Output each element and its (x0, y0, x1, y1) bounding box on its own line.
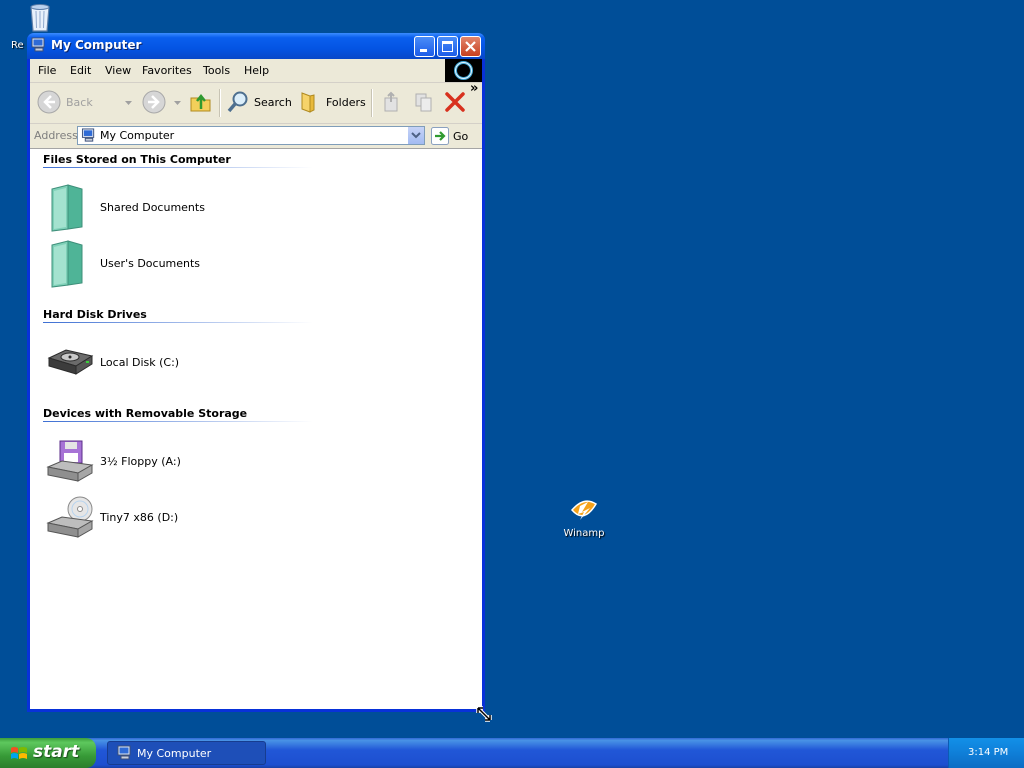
list-item-label: Shared Documents (100, 200, 205, 214)
desktop-icon-winamp[interactable]: Winamp (544, 494, 624, 539)
close-icon (465, 41, 476, 52)
chevron-down-icon (411, 132, 421, 139)
group-header: Files Stored on This Computer (43, 153, 231, 166)
my-computer-icon (81, 128, 95, 142)
forward-dropdown-icon[interactable] (174, 101, 182, 107)
toolbar-separator (219, 89, 221, 117)
windows-throbber-logo (445, 59, 482, 82)
forward-arrow-icon (142, 90, 166, 114)
group-divider (43, 322, 313, 323)
system-tray: 3:14 PM (948, 738, 1024, 768)
forward-button[interactable] (141, 89, 167, 115)
maximize-icon (442, 41, 453, 52)
search-button[interactable]: Search (226, 89, 292, 115)
go-arrow-icon (431, 127, 449, 145)
menu-view[interactable]: View (105, 64, 131, 77)
list-item[interactable]: User's Documents (46, 237, 200, 289)
list-item[interactable]: Shared Documents (46, 181, 205, 233)
start-label: start (33, 742, 80, 762)
address-input[interactable]: My Computer (77, 126, 425, 145)
resize-cursor-icon (476, 706, 492, 722)
menu-file[interactable]: File (38, 64, 56, 77)
up-folder-icon (190, 93, 211, 112)
back-label: Back (66, 95, 93, 109)
move-to-icon (384, 91, 398, 112)
desktop-icon-label: Re (11, 40, 24, 51)
list-item-label: User's Documents (100, 256, 201, 270)
go-button[interactable]: Go (431, 127, 468, 145)
shared-folder-icon (51, 184, 83, 232)
list-item-label: Tiny7 x86 (D:) (100, 510, 179, 524)
list-item[interactable]: 3½ Floppy (A:) (46, 435, 181, 487)
go-label: Go (453, 129, 469, 143)
desktop-icon-label: Winamp (563, 528, 605, 539)
title-bar[interactable]: My Computer (27, 33, 485, 59)
address-bar: Address My Computer Go (30, 124, 482, 149)
copy-to-button[interactable] (412, 89, 436, 115)
list-item[interactable]: Local Disk (C:) (46, 336, 179, 388)
standard-toolbar: Back Search Folders » (30, 81, 482, 124)
menu-help[interactable]: Help (244, 64, 269, 77)
file-view: Files Stored on This Computer Shared Doc… (30, 149, 482, 709)
up-folder-button[interactable] (188, 89, 214, 115)
group-divider (43, 421, 313, 422)
floppy-drive-icon (46, 440, 94, 482)
minimize-button[interactable] (414, 36, 435, 57)
taskbar: start My Computer 3:14 PM (0, 738, 1024, 768)
menu-favorites[interactable]: Favorites (142, 64, 192, 77)
search-label: Search (254, 95, 292, 109)
search-icon (227, 91, 248, 113)
user-folder-icon (51, 240, 83, 288)
address-label: Address (34, 129, 78, 142)
list-item-label: Local Disk (C:) (100, 355, 180, 369)
taskbar-item-my-computer[interactable]: My Computer (107, 741, 266, 765)
menu-edit[interactable]: Edit (70, 64, 91, 77)
cd-drive-icon (46, 496, 94, 538)
window-title: My Computer (51, 38, 142, 52)
back-dropdown-icon[interactable] (125, 101, 133, 107)
folders-icon (301, 92, 315, 113)
address-value: My Computer (100, 129, 175, 142)
group-divider (43, 167, 313, 168)
winamp-icon (571, 500, 598, 520)
close-button[interactable] (460, 36, 481, 57)
delete-x-icon (445, 92, 465, 112)
clock[interactable]: 3:14 PM (968, 747, 1008, 758)
list-item[interactable]: Tiny7 x86 (D:) (46, 491, 178, 543)
recycle-bin-icon (30, 4, 50, 32)
minimize-icon (420, 49, 427, 52)
windows-flag-icon (11, 747, 27, 759)
my-computer-icon (117, 745, 131, 760)
start-button[interactable]: start (0, 738, 96, 768)
hard-disk-icon (47, 349, 94, 375)
delete-button[interactable] (443, 89, 467, 115)
windows-logo-icon (454, 61, 473, 80)
menu-tools[interactable]: Tools (203, 64, 230, 77)
my-computer-window: My Computer File Edit View Favorites Too… (27, 33, 485, 712)
copy-to-icon (415, 93, 432, 112)
toolbar-separator (371, 89, 373, 117)
toolbar-overflow-chevron[interactable]: » (470, 81, 478, 96)
my-computer-icon (31, 37, 45, 52)
back-button[interactable]: Back (36, 89, 93, 115)
group-header: Hard Disk Drives (43, 308, 147, 321)
menu-bar: File Edit View Favorites Tools Help (30, 59, 482, 83)
back-arrow-icon (37, 90, 61, 114)
taskbar-item-label: My Computer (137, 747, 212, 760)
address-dropdown-button[interactable] (407, 127, 424, 144)
folders-label: Folders (326, 95, 366, 109)
maximize-button[interactable] (437, 36, 458, 57)
folders-button[interactable]: Folders (298, 89, 366, 115)
list-item-label: 3½ Floppy (A:) (100, 454, 181, 468)
group-header: Devices with Removable Storage (43, 407, 248, 420)
move-to-button[interactable] (380, 89, 404, 115)
